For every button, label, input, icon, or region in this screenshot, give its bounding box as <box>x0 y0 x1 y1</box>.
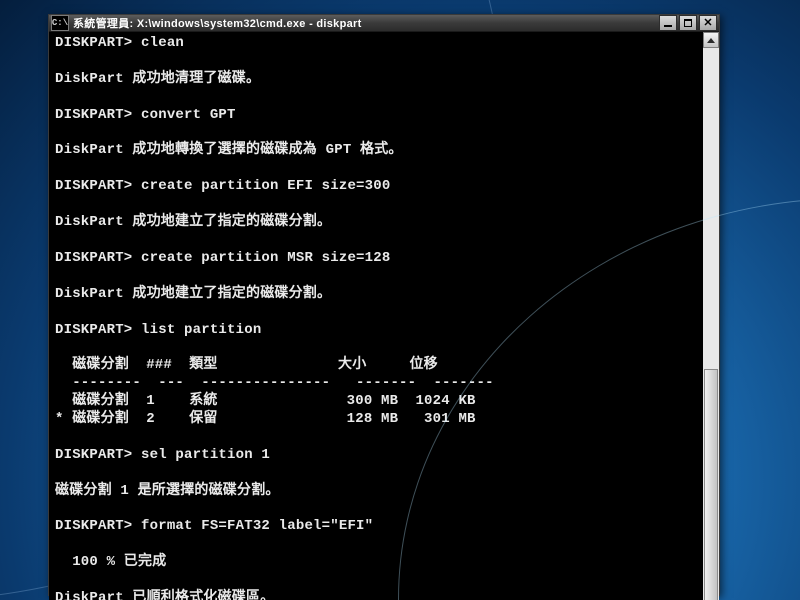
maximize-icon <box>684 19 692 27</box>
vertical-scrollbar[interactable] <box>703 32 719 600</box>
cmd-icon: C:\ <box>51 15 69 31</box>
terminal-line <box>55 125 699 143</box>
terminal-line <box>55 196 699 214</box>
terminal-line: DiskPart 成功地建立了指定的磁碟分割。 <box>55 286 699 304</box>
terminal-line: DISKPART> create partition MSR size=128 <box>55 250 699 268</box>
terminal-line <box>55 89 699 107</box>
terminal-line <box>55 536 699 554</box>
scroll-track[interactable] <box>703 48 719 600</box>
terminal-line <box>55 465 699 483</box>
terminal-line <box>55 572 699 590</box>
titlebar[interactable]: C:\ 系統管理員: X:\windows\system32\cmd.exe -… <box>49 15 719 31</box>
terminal-line <box>55 429 699 447</box>
terminal-line: 磁碟分割 1 系統 300 MB 1024 KB <box>55 393 699 411</box>
terminal-line <box>55 232 699 250</box>
terminal-line: DISKPART> sel partition 1 <box>55 447 699 465</box>
terminal-line: 磁碟分割 1 是所選擇的磁碟分割。 <box>55 483 699 501</box>
terminal-line: 100 % 已完成 <box>55 554 699 572</box>
terminal-line: DISKPART> list partition <box>55 322 699 340</box>
terminal-line <box>55 53 699 71</box>
minimize-button[interactable] <box>659 15 677 31</box>
terminal-line <box>55 339 699 357</box>
terminal-line: DiskPart 成功地轉換了選擇的磁碟成為 GPT 格式。 <box>55 142 699 160</box>
window-controls: ✕ <box>657 15 717 31</box>
terminal-line: DiskPart 成功地建立了指定的磁碟分割。 <box>55 214 699 232</box>
cmd-window: C:\ 系統管理員: X:\windows\system32\cmd.exe -… <box>48 14 720 596</box>
window-title: 系統管理員: X:\windows\system32\cmd.exe - dis… <box>73 15 657 31</box>
maximize-button[interactable] <box>679 15 697 31</box>
terminal-line <box>55 160 699 178</box>
close-button[interactable]: ✕ <box>699 15 717 31</box>
terminal-line: DiskPart 已順利格式化磁碟區。 <box>55 590 699 600</box>
close-icon: ✕ <box>703 18 712 29</box>
terminal-line <box>55 268 699 286</box>
terminal-line: DiskPart 成功地清理了磁碟。 <box>55 71 699 89</box>
terminal-line <box>55 501 699 519</box>
terminal-output[interactable]: DISKPART> clean DiskPart 成功地清理了磁碟。 DISKP… <box>49 32 703 600</box>
terminal-line <box>55 304 699 322</box>
terminal-line: DISKPART> clean <box>55 35 699 53</box>
cmd-icon-text: C:\ <box>52 18 68 28</box>
terminal-line: DISKPART> convert GPT <box>55 107 699 125</box>
chevron-up-icon <box>707 38 715 43</box>
terminal-line: DISKPART> format FS=FAT32 label="EFI" <box>55 518 699 536</box>
client-area: DISKPART> clean DiskPart 成功地清理了磁碟。 DISKP… <box>49 31 719 600</box>
terminal-line: * 磁碟分割 2 保留 128 MB 301 MB <box>55 411 699 429</box>
terminal-line: 磁碟分割 ### 類型 大小 位移 <box>55 357 699 375</box>
terminal-line: DISKPART> create partition EFI size=300 <box>55 178 699 196</box>
scroll-thumb[interactable] <box>704 369 718 600</box>
terminal-line: -------- --- --------------- ------- ---… <box>55 375 699 393</box>
minimize-icon <box>664 25 672 27</box>
scroll-up-button[interactable] <box>703 32 719 48</box>
